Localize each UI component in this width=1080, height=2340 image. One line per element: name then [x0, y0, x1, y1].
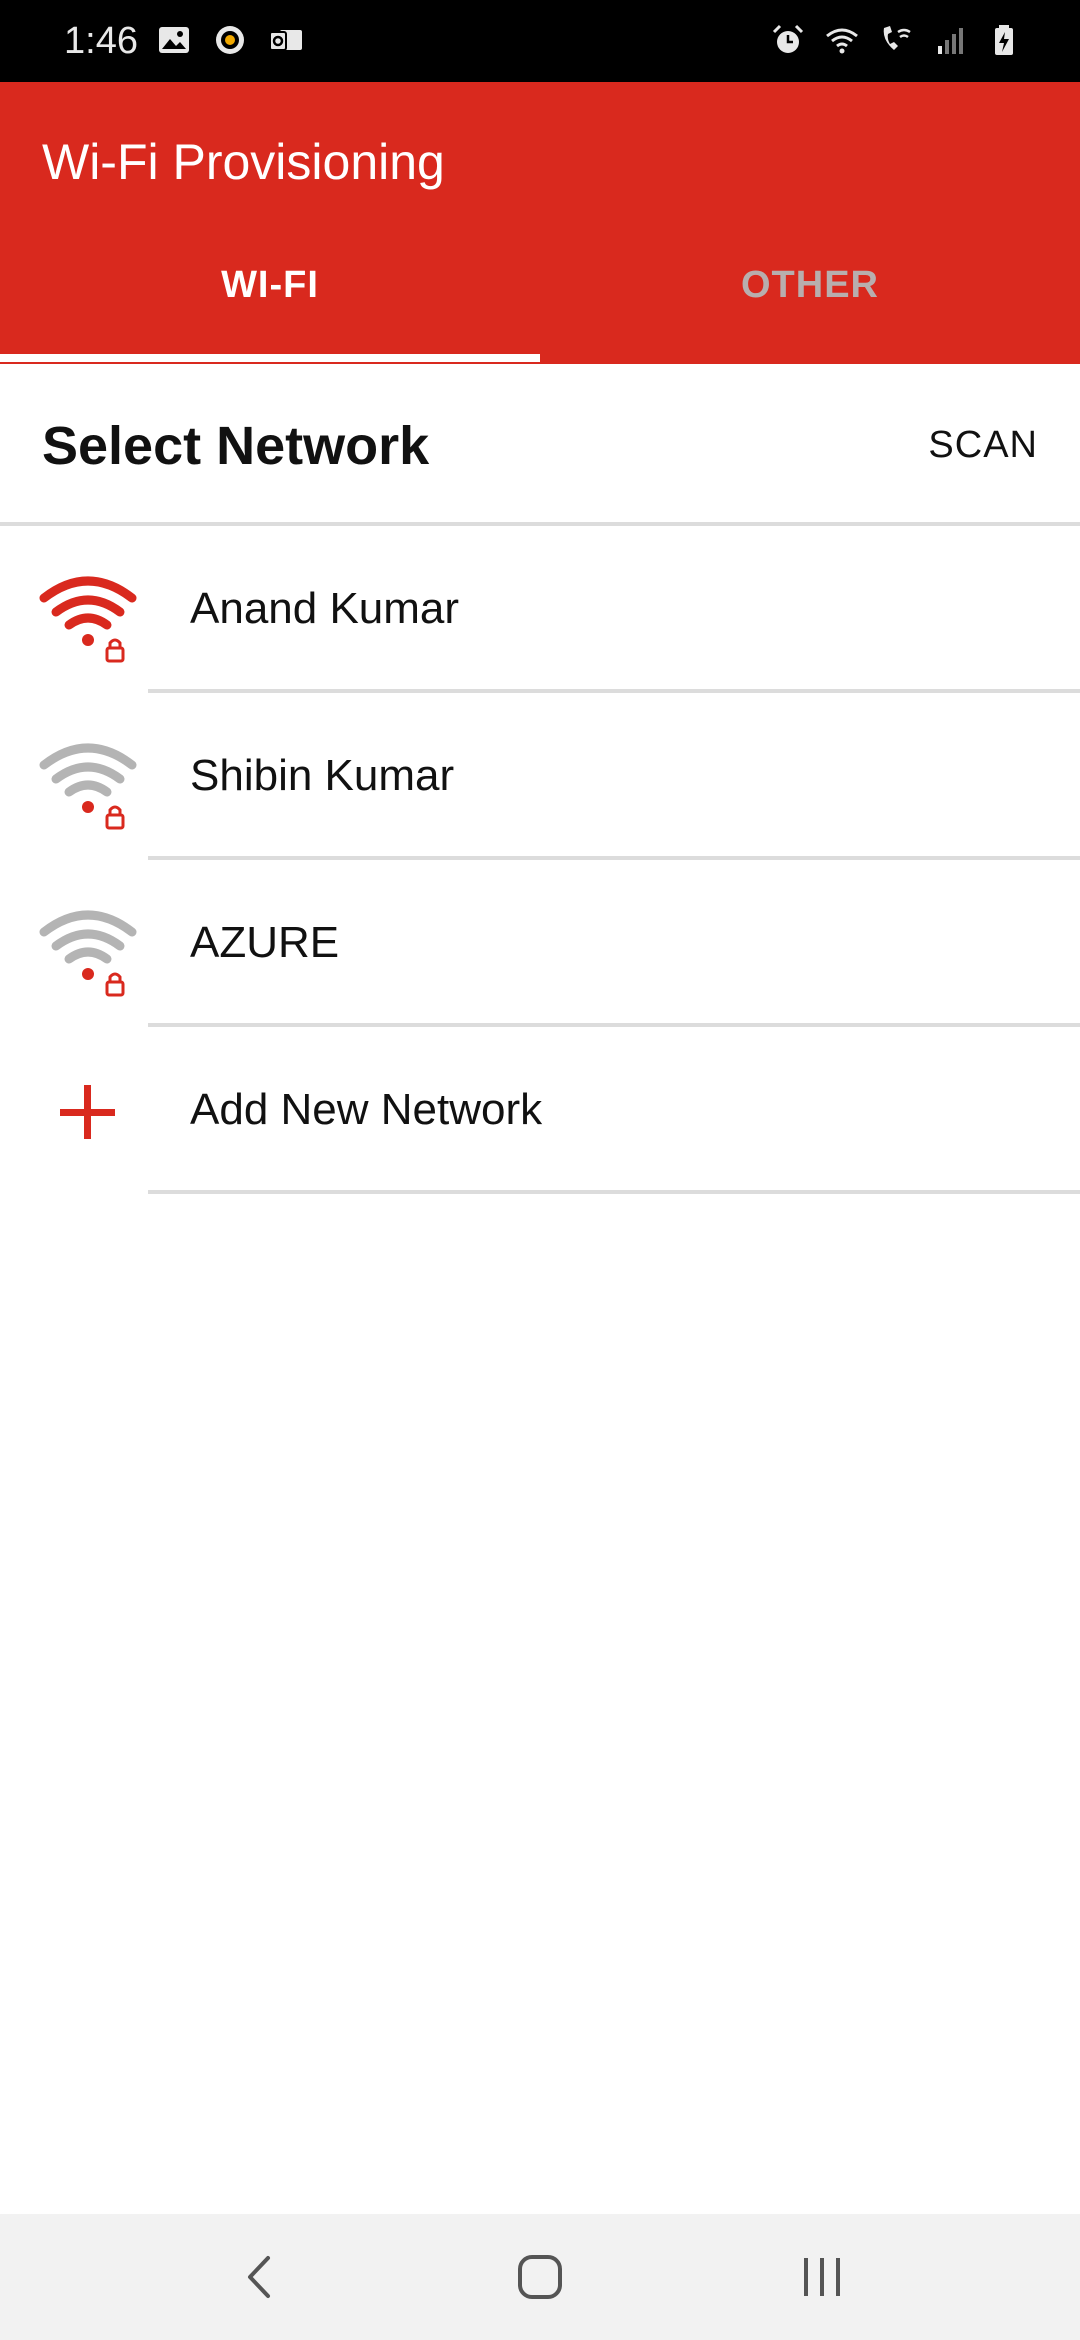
- network-list: Anand Kumar Shibin Kumar AZURE Add New N…: [0, 526, 1080, 1194]
- wifi-locked-icon: [39, 576, 137, 663]
- screen: 1:46 Wi-Fi Provisioning WI-FI OTHER Sele…: [0, 0, 1080, 2340]
- tab-wifi[interactable]: WI-FI: [0, 260, 540, 364]
- network-item-anand-kumar[interactable]: Anand Kumar: [0, 526, 1080, 693]
- back-icon[interactable]: [220, 2244, 300, 2310]
- status-right-icons: [770, 22, 1022, 58]
- nav-bar: [0, 2214, 1080, 2340]
- item-divider: [148, 1190, 1080, 1194]
- battery-icon: [995, 25, 1013, 55]
- alarm-icon: [772, 24, 804, 53]
- tab-indicator: [0, 354, 540, 362]
- network-item-shibin-kumar[interactable]: Shibin Kumar: [0, 693, 1080, 860]
- network-item-azure[interactable]: AZURE: [0, 860, 1080, 1027]
- app-bar: Wi-Fi Provisioning WI-FI OTHER: [0, 82, 1080, 364]
- recents-icon[interactable]: [782, 2244, 862, 2310]
- outlook-icon: [269, 30, 302, 51]
- network-name: AZURE: [190, 918, 340, 967]
- app-title: Wi-Fi Provisioning: [42, 134, 445, 190]
- network-name: Anand Kumar: [190, 584, 460, 633]
- image-icon: [159, 27, 189, 53]
- network-name: Shibin Kumar: [190, 751, 455, 800]
- section-title: Select Network: [42, 416, 430, 476]
- home-icon[interactable]: [500, 2244, 580, 2310]
- wifi-locked-icon: [39, 743, 137, 830]
- wifi-icon: [826, 28, 858, 54]
- plus-icon: [60, 1085, 115, 1139]
- section-header: Select Network SCAN: [0, 364, 1080, 522]
- status-left-icons: [156, 22, 304, 58]
- wifi-locked-icon: [39, 910, 137, 997]
- wifi-calling-icon: [883, 26, 911, 50]
- gauge-icon: [216, 26, 244, 54]
- add-network-item[interactable]: Add New Network: [0, 1027, 1080, 1194]
- status-time: 1:46: [64, 20, 138, 62]
- tab-other[interactable]: OTHER: [540, 260, 1080, 364]
- status-bar: 1:46: [0, 0, 1080, 82]
- add-network-label: Add New Network: [190, 1085, 543, 1134]
- signal-icon: [938, 28, 963, 54]
- scan-button[interactable]: SCAN: [928, 420, 1038, 470]
